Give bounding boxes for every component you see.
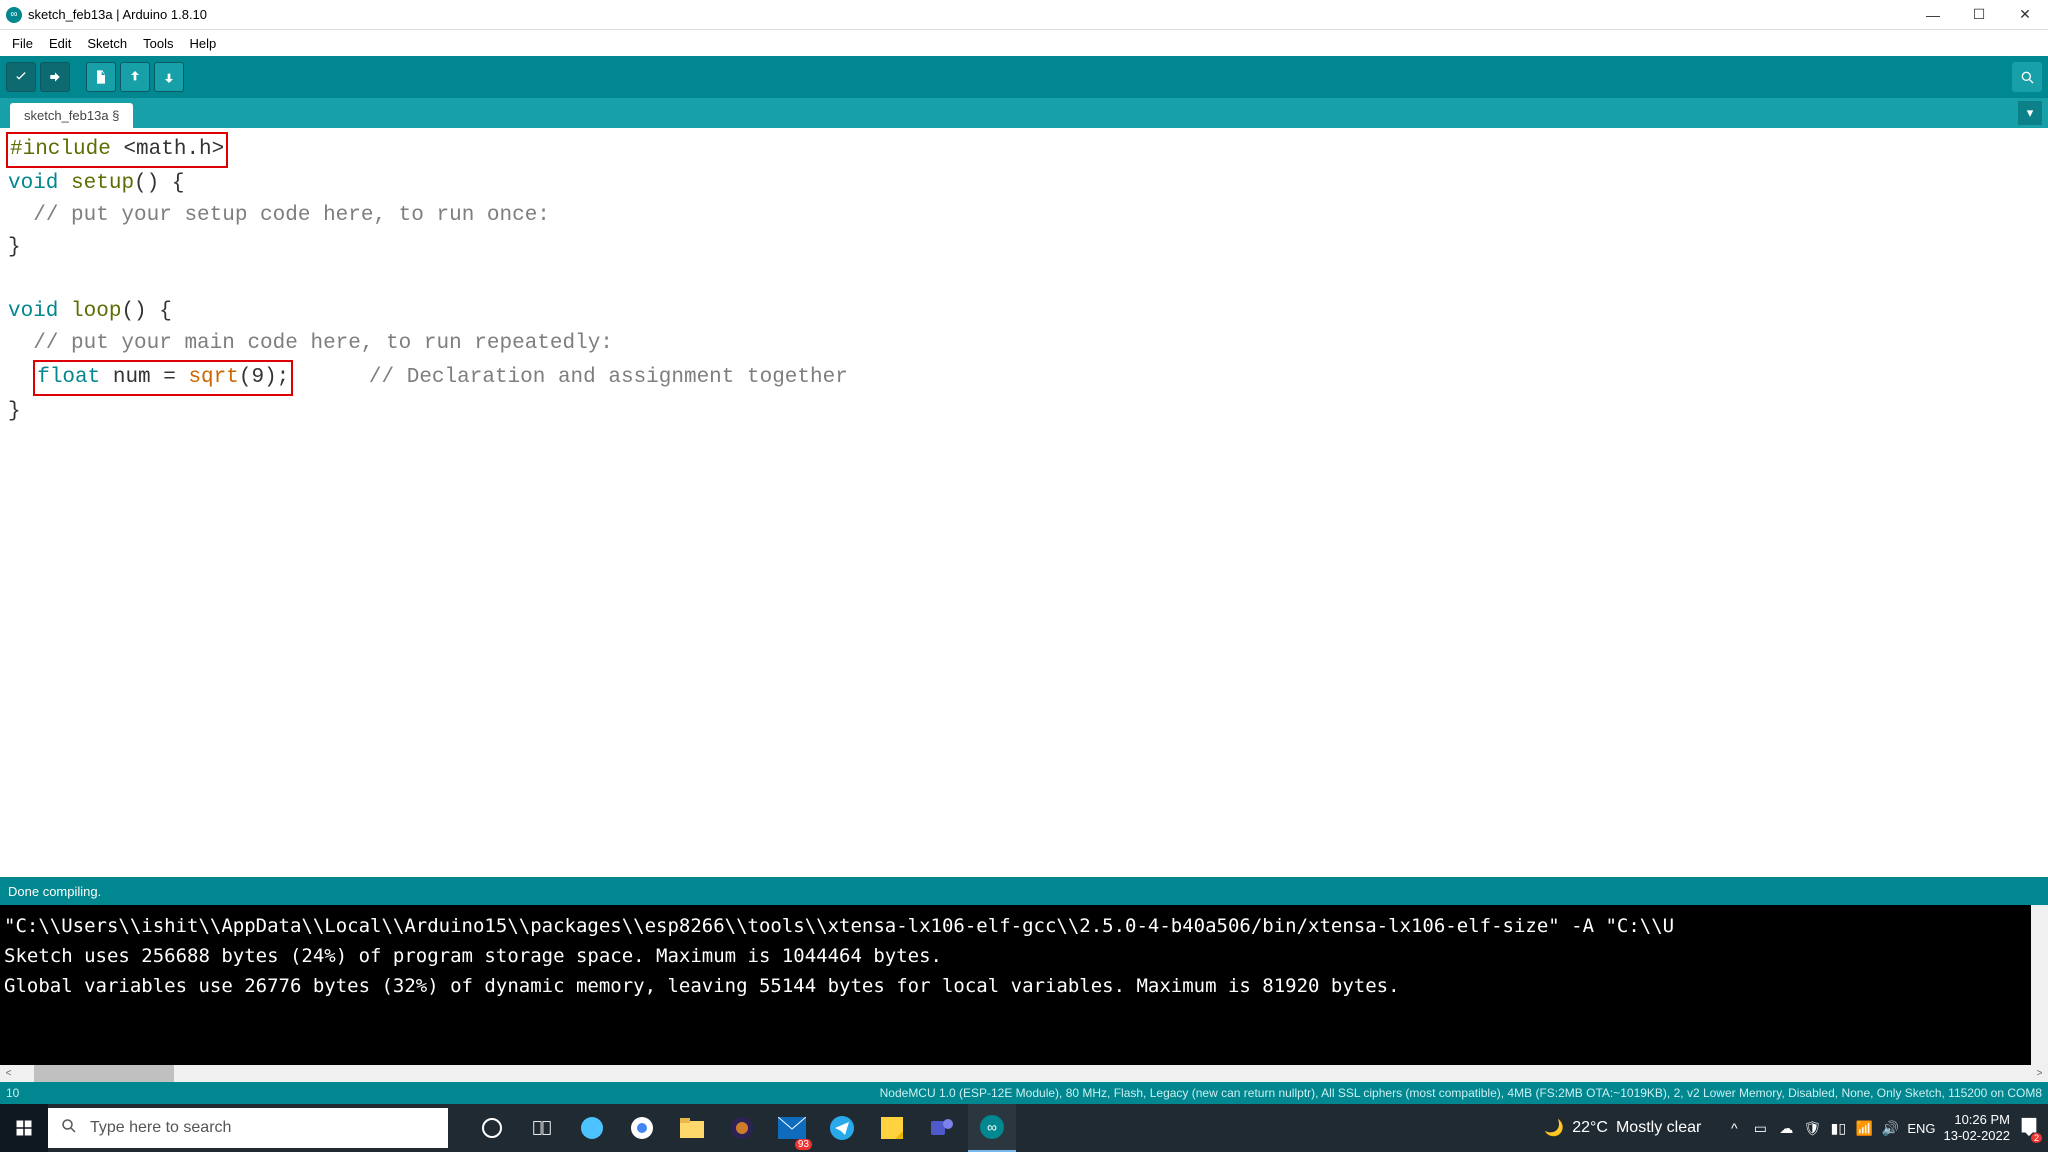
system-tray: 🌙 22°C Mostly clear ^ ▭ ☁ 🛡 ▮▯ 📶 🔊 ENG 1… [1544,1112,2048,1144]
volume-icon[interactable]: 🔊 [1881,1119,1899,1137]
output-console[interactable]: "C:\\Users\\ishit\\AppData\\Local\\Ardui… [0,905,2048,1065]
window-controls: — ☐ ✕ [1910,0,2048,30]
time-text: 10:26 PM [1944,1112,2011,1128]
language-indicator[interactable]: ENG [1907,1121,1935,1136]
mail-badge: 93 [795,1139,812,1150]
arduino-app-icon: ∞ [6,7,22,23]
maximize-button[interactable]: ☐ [1956,0,2002,30]
start-button[interactable] [0,1104,48,1152]
notification-badge: 2 [2031,1133,2042,1143]
console-vertical-scrollbar[interactable] [2031,905,2048,1065]
line-number: 10 [6,1086,19,1100]
console-line: "C:\\Users\\ishit\\AppData\\Local\\Ardui… [4,911,2044,941]
chrome-icon[interactable] [618,1104,666,1152]
menu-tools[interactable]: Tools [137,34,179,53]
footer-bar: 10 NodeMCU 1.0 (ESP-12E Module), 80 MHz,… [0,1082,2048,1104]
weather-widget[interactable]: 🌙 22°C Mostly clear [1544,1118,1701,1138]
date-text: 13-02-2022 [1944,1128,2011,1144]
file-explorer-icon[interactable] [668,1104,716,1152]
notifications-button[interactable]: 2 [2018,1116,2040,1141]
cortana-icon[interactable] [468,1104,516,1152]
serial-monitor-button[interactable] [2012,62,2042,92]
code-keyword-void: void [8,172,58,195]
security-icon[interactable]: 🛡 [1803,1119,1821,1137]
menu-file[interactable]: File [6,34,39,53]
svg-text:∞: ∞ [987,1119,997,1135]
menu-sketch[interactable]: Sketch [81,34,133,53]
weather-icon: 🌙 [1544,1118,1564,1138]
board-info: NodeMCU 1.0 (ESP-12E Module), 80 MHz, Fl… [880,1086,2042,1100]
sketch-tab[interactable]: sketch_feb13a § [10,103,133,128]
taskbar-search[interactable]: Type here to search [48,1108,448,1148]
mail-icon[interactable]: 93 [768,1104,816,1152]
scroll-left-arrow[interactable]: < [0,1065,17,1082]
verify-button[interactable] [6,62,36,92]
clock[interactable]: 10:26 PM 13-02-2022 [1944,1112,2011,1144]
battery-icon[interactable]: ▮▯ [1829,1119,1847,1137]
task-view-icon[interactable] [518,1104,566,1152]
eclipse-icon[interactable] [718,1104,766,1152]
code-editor[interactable]: #include <math.h> void setup() { // put … [0,128,2048,877]
menubar: File Edit Sketch Tools Help [0,30,2048,56]
sticky-notes-icon[interactable] [868,1104,916,1152]
new-button[interactable] [86,62,116,92]
open-button[interactable] [120,62,150,92]
status-text: Done compiling. [8,884,101,899]
code-func-loop: loop [71,300,121,323]
window-title: sketch_feb13a | Arduino 1.8.10 [28,7,207,22]
windows-taskbar: Type here to search 93 ∞ 🌙 22°C Mostly c… [0,1104,2048,1152]
console-line: Sketch uses 256688 bytes (24%) of progra… [4,941,2044,971]
weather-temp: 22°C [1572,1119,1608,1137]
code-call-sqrt: sqrt [188,366,238,389]
tab-menu-button[interactable]: ▾ [2018,101,2042,125]
save-button[interactable] [154,62,184,92]
code-keyword-void: void [8,300,58,323]
teams-icon[interactable] [918,1104,966,1152]
arduino-taskbar-icon[interactable]: ∞ [968,1104,1016,1152]
code-header-name: <math.h> [123,138,224,161]
close-button[interactable]: ✕ [2002,0,2048,30]
wifi-icon[interactable]: 📶 [1855,1119,1873,1137]
code-comment: // put your setup code here, to run once… [33,204,550,227]
scrollbar-thumb[interactable] [34,1065,174,1082]
meet-now-icon[interactable]: ▭ [1751,1119,1769,1137]
scroll-right-arrow[interactable]: > [2031,1065,2048,1082]
weather-desc: Mostly clear [1616,1119,1701,1137]
minimize-button[interactable]: — [1910,0,1956,30]
code-comment: // put your main code here, to run repea… [33,332,613,355]
console-line: Global variables use 26776 bytes (32%) o… [4,971,2044,1001]
code-type-float: float [37,366,100,389]
toolbar [0,56,2048,98]
upload-button[interactable] [40,62,70,92]
search-icon [60,1117,78,1140]
search-placeholder: Type here to search [90,1119,231,1137]
menu-edit[interactable]: Edit [43,34,77,53]
code-keyword-include: #include [10,138,111,161]
status-bar: Done compiling. [0,877,2048,905]
tabbar: sketch_feb13a § ▾ [0,98,2048,128]
tray-chevron-icon[interactable]: ^ [1725,1119,1743,1137]
window-titlebar: ∞ sketch_feb13a | Arduino 1.8.10 — ☐ ✕ [0,0,2048,30]
menu-help[interactable]: Help [183,34,222,53]
edge-icon[interactable] [568,1104,616,1152]
telegram-icon[interactable] [818,1104,866,1152]
onedrive-icon[interactable]: ☁ [1777,1119,1795,1137]
code-func-setup: setup [71,172,134,195]
console-horizontal-scrollbar[interactable]: < > [0,1065,2048,1082]
code-comment: // Declaration and assignment together [369,366,848,389]
taskbar-apps: 93 ∞ [468,1104,1016,1152]
